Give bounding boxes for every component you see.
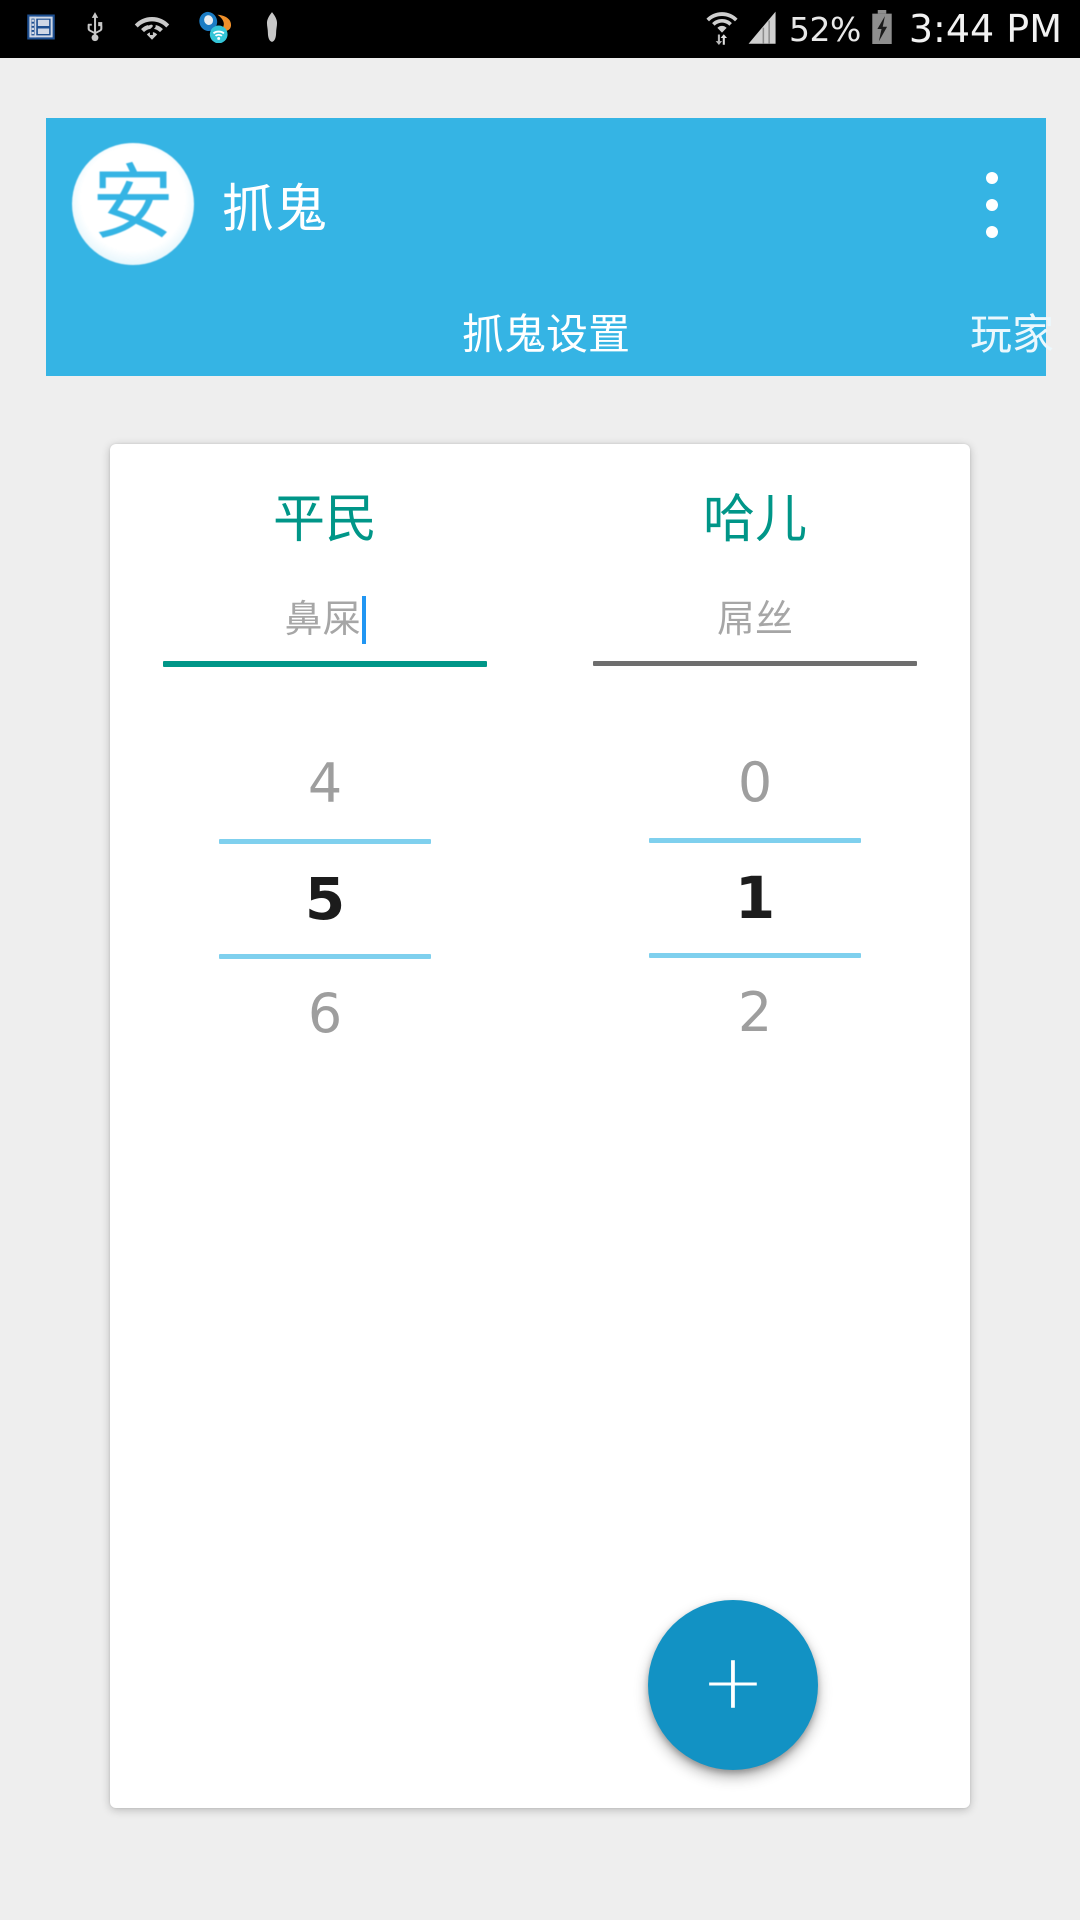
overflow-dot	[986, 199, 998, 211]
picker-value-selected[interactable]: 5	[163, 862, 487, 936]
role-word-input-value: 屌丝	[716, 597, 793, 642]
picker-value-previous[interactable]: 0	[593, 746, 917, 820]
status-bar-system-icons: 52% 3:44 PM	[705, 7, 1062, 51]
overflow-dot	[986, 172, 998, 184]
app-bar: 安 抓鬼 抓鬼设置 玩家	[46, 118, 1054, 376]
picker-divider-top	[649, 838, 861, 844]
picker-value-previous[interactable]: 4	[163, 747, 487, 821]
page-title: 抓鬼	[222, 179, 329, 240]
svg-text:?: ?	[147, 18, 157, 38]
add-icon: +	[701, 1637, 765, 1726]
bomb-icon	[260, 11, 284, 48]
app-logo-icon: 安	[72, 143, 194, 265]
text-caret	[361, 596, 366, 645]
role-title: 平民	[272, 490, 377, 550]
tab-bar: 抓鬼设置 玩家	[46, 290, 1054, 376]
app-bar-title-row: 安 抓鬼	[46, 118, 1046, 290]
role-word-input-value: 鼻屎	[284, 597, 361, 642]
field-underline	[593, 661, 917, 667]
picker-value-next[interactable]: 2	[593, 976, 917, 1050]
overflow-dot	[986, 226, 998, 238]
count-picker-civilian[interactable]: 4 5 6	[163, 747, 487, 1051]
picker-divider-bottom	[219, 954, 431, 960]
status-bar-clock: 3:44 PM	[908, 7, 1062, 51]
picker-value-next[interactable]: 6	[163, 977, 487, 1051]
gallery-icon	[26, 12, 56, 47]
android-status-bar: ? 52% 3:44 PM	[0, 0, 1080, 58]
sogou-input-icon	[196, 11, 234, 48]
wifi-signal-icon	[705, 9, 739, 50]
tab-ghost-settings[interactable]: 抓鬼设置	[462, 301, 630, 362]
overflow-menu-icon[interactable]	[984, 172, 1000, 238]
field-underline-focused	[163, 661, 487, 668]
role-column-haer: 哈儿 屌丝 0 1 2	[540, 444, 970, 1051]
usb-icon	[82, 11, 108, 48]
tab-players[interactable]: 玩家	[970, 301, 1054, 362]
cellular-signal-icon	[747, 9, 781, 50]
picker-divider-bottom	[649, 953, 861, 959]
app-logo-glyph: 安	[91, 156, 174, 251]
role-title: 哈儿	[702, 490, 807, 550]
picker-divider-top	[219, 839, 431, 845]
role-columns: 平民 鼻屎 4 5 6 哈儿 屌丝 0 1 2	[110, 444, 970, 1051]
role-word-input-civilian[interactable]: 鼻屎	[163, 593, 487, 645]
status-bar-notification-icons: ?	[26, 11, 284, 48]
role-word-field-wrap-haer: 屌丝	[593, 593, 917, 667]
picker-value-selected[interactable]: 1	[593, 861, 917, 935]
settings-card: 平民 鼻屎 4 5 6 哈儿 屌丝 0 1 2 +	[110, 444, 970, 1808]
count-picker-haer[interactable]: 0 1 2	[593, 746, 917, 1050]
add-role-fab[interactable]: +	[648, 1600, 818, 1770]
battery-charging-icon	[869, 9, 895, 49]
role-word-field-wrap-civilian: 鼻屎	[163, 593, 487, 668]
wifi-unknown-icon: ?	[134, 12, 170, 47]
role-column-civilian: 平民 鼻屎 4 5 6	[110, 444, 540, 1051]
role-word-input-haer[interactable]: 屌丝	[593, 593, 917, 645]
battery-percent-label: 52%	[789, 9, 861, 49]
